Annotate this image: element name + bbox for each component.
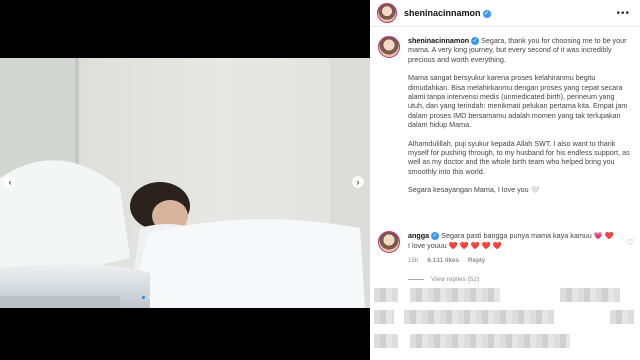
carousel-dot	[154, 296, 157, 299]
blurred-comment	[370, 288, 640, 304]
comment-emoji: 💗 ❤️	[593, 231, 614, 240]
comment-time: 15h	[408, 257, 419, 264]
media-pane: ‹ ›	[0, 0, 370, 360]
post-header: sheninacinnamon ✓ •••	[370, 0, 640, 27]
caption-username[interactable]: sheninacinnamon	[408, 36, 469, 45]
caption-text-3: Alhamdulillah, puji syukur kepada Allah …	[408, 138, 630, 176]
post-side-panel: sheninacinnamon ✓ ••• sheninacinnamon ✓ Se…	[370, 0, 640, 360]
next-photo-button[interactable]: ›	[352, 176, 364, 188]
heart-outline-icon[interactable]: ♡	[627, 238, 634, 247]
caption-body: sheninacinnamon ✓ Segara, thank you for c…	[408, 36, 630, 204]
post-caption: sheninacinnamon ✓ Segara, thank you for c…	[378, 36, 632, 204]
carousel-dot	[148, 296, 151, 299]
comment-body: angga ✓ Segara pasti bangga punya mama ka…	[408, 231, 618, 253]
comment-avatar[interactable]	[378, 231, 400, 253]
header-username-text[interactable]: sheninacinnamon	[404, 8, 481, 18]
view-replies-button[interactable]: View replies (52)	[408, 276, 479, 283]
comment-text: Segara pasti bangga punya mama kaya kamu…	[441, 231, 592, 240]
previous-photo-button[interactable]: ‹	[4, 176, 16, 188]
reply-button[interactable]: Reply	[468, 257, 485, 264]
header-username[interactable]: sheninacinnamon ✓	[404, 8, 491, 18]
comment-meta: 15h 6.131 likes Reply	[408, 257, 485, 264]
caption-avatar[interactable]	[378, 36, 400, 58]
verified-badge-icon: ✓	[471, 37, 480, 45]
chevron-left-icon: ‹	[8, 177, 12, 187]
hospital-bed-photo	[0, 58, 370, 308]
post-photo[interactable]	[0, 58, 370, 308]
carousel-dot	[172, 296, 175, 299]
caption-text-2: Mama sangat bersyukur karena proses kela…	[408, 73, 628, 130]
carousel-dot	[166, 296, 169, 299]
caption-paragraph-1: sheninacinnamon ✓ Segara, thank you for c…	[408, 36, 630, 64]
blurred-comment	[370, 310, 640, 326]
comment: angga ✓ Segara pasti bangga punya mama ka…	[378, 231, 636, 253]
comment-likes[interactable]: 6.131 likes	[428, 257, 460, 264]
carousel-dot	[160, 296, 163, 299]
comment-text-line2: I love youuu	[408, 241, 447, 250]
carousel-dot	[190, 296, 193, 299]
carousel-dot	[184, 296, 187, 299]
comment-hearts: ❤️ ❤️ ❤️ ❤️ ❤️	[448, 241, 502, 250]
verified-badge-icon: ✓	[431, 232, 440, 240]
divider	[408, 279, 424, 280]
caption-text-4: Segara kesayangan Mama, I love you 🤍	[408, 185, 540, 195]
view-replies-label[interactable]: View replies (52)	[431, 276, 479, 283]
carousel-dot	[196, 296, 199, 299]
comment-username[interactable]: angga	[408, 231, 429, 240]
blurred-comment	[370, 334, 640, 350]
carousel-indicator	[142, 296, 199, 299]
more-horizontal-icon[interactable]: •••	[616, 8, 630, 19]
carousel-dot	[178, 296, 181, 299]
verified-badge-icon: ✓	[482, 10, 491, 18]
chevron-right-icon: ›	[356, 177, 360, 187]
carousel-dot	[142, 296, 145, 299]
avatar[interactable]	[377, 3, 397, 23]
